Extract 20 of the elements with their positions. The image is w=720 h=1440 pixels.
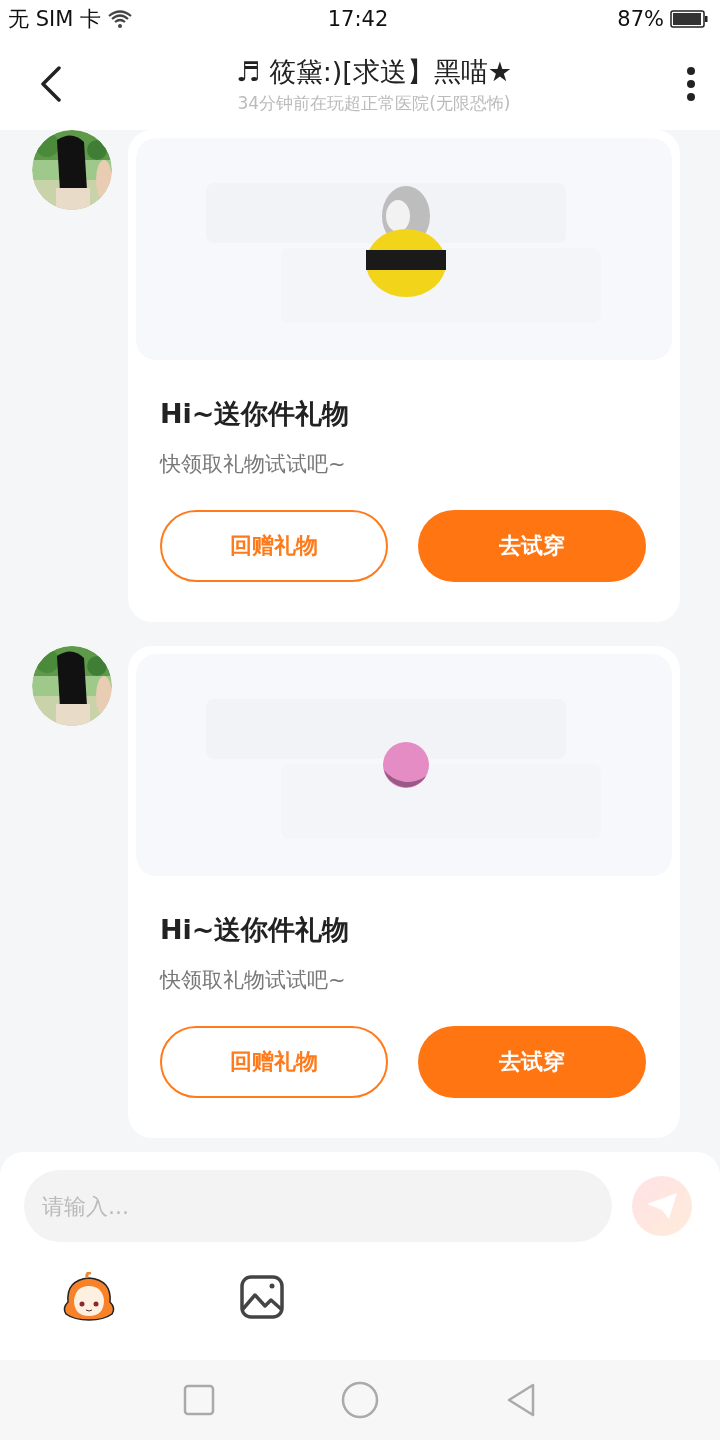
message-input[interactable]: 请输入... [24,1170,612,1242]
try-on-button[interactable]: 去试穿 [418,510,646,582]
back-icon[interactable] [40,66,62,102]
status-subtitle: 34分钟前在玩超正常医院(无限恐怖) [237,91,511,115]
chat-title: ♬ 筱黛:)[求送】黑喵★ [235,54,513,89]
send-icon [645,1191,679,1221]
gift-title: Hi~送你件礼物 [160,397,351,431]
wifi-icon [107,9,133,29]
gift-description: 快领取礼物试试吧~ [160,451,347,478]
battery-text: 87% [617,7,664,31]
try-on-button[interactable]: 去试穿 [418,1026,646,1098]
gift-description: 快领取礼物试试吧~ [160,967,347,994]
clock-text: 17:42 [327,7,389,31]
carrier-text: 无 SIM 卡 [8,6,101,33]
return-gift-button[interactable]: 回赠礼物 [160,510,388,582]
more-icon[interactable] [686,66,696,102]
gift-title: Hi~送你件礼物 [160,913,351,947]
image-icon[interactable] [240,1275,284,1319]
battery-icon [670,10,708,28]
return-gift-button[interactable]: 回赠礼物 [160,1026,388,1098]
